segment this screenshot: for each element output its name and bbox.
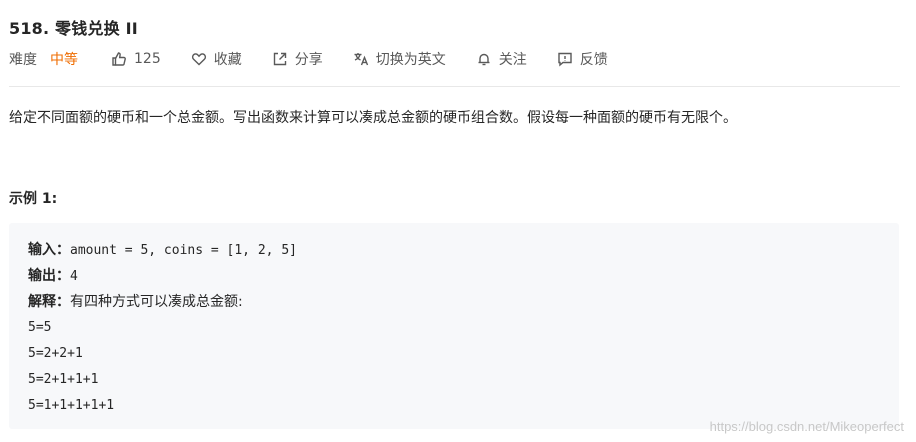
collect-button[interactable]: 收藏 <box>191 49 242 69</box>
output-value: 4 <box>70 269 78 284</box>
share-label: 分享 <box>294 52 323 68</box>
difficulty: 难度 中等 <box>9 49 78 69</box>
explain-label: 解释： <box>28 294 70 310</box>
bell-icon <box>476 51 492 67</box>
like-count: 125 <box>134 51 161 67</box>
example-line: 5=2+1+1+1 <box>28 372 99 387</box>
example-input-line: 输入：amount = 5, coins = [1, 2, 5] <box>28 237 880 263</box>
feedback-icon <box>557 51 573 67</box>
feedback-button[interactable]: 反馈 <box>557 49 608 69</box>
follow-label: 关注 <box>498 52 527 68</box>
input-value: amount = 5, coins = [1, 2, 5] <box>70 243 297 258</box>
heart-icon <box>191 51 207 67</box>
example-line: 5=1+1+1+1+1 <box>28 398 115 413</box>
explain-value: 有四种方式可以凑成总金额: <box>70 294 243 310</box>
watermark: https://blog.csdn.net/Mikeoperfect <box>709 419 904 434</box>
like-button[interactable]: 125 <box>111 51 161 67</box>
problem-meta-bar: 难度 中等 125 收藏 分享 切换为英文 关注 反馈 <box>9 48 638 70</box>
feedback-label: 反馈 <box>579 52 608 68</box>
difficulty-label: 难度 <box>9 52 37 68</box>
translate-icon <box>353 51 369 67</box>
collect-label: 收藏 <box>213 52 242 68</box>
problem-description: 给定不同面额的硬币和一个总金额。写出函数来计算可以凑成总金额的硬币组合数。假设每… <box>9 110 737 126</box>
example-output-line: 输出：4 <box>28 263 880 289</box>
example-title: 示例 1: <box>9 191 58 207</box>
example-code-block: 输入：amount = 5, coins = [1, 2, 5] 输出：4 解释… <box>9 223 899 429</box>
translate-label: 切换为英文 <box>375 52 446 68</box>
example-explain-line: 解释：有四种方式可以凑成总金额: <box>28 289 880 315</box>
problem-page: 518. 零钱兑换 II 难度 中等 125 收藏 分享 切换为英文 关注 反馈… <box>0 0 916 442</box>
problem-title: 518. 零钱兑换 II <box>9 19 138 38</box>
thumbs-up-icon <box>111 51 127 67</box>
output-label: 输出： <box>28 268 70 284</box>
example-line: 5=2+2+1 <box>28 346 83 361</box>
divider <box>9 86 900 87</box>
difficulty-value: 中等 <box>50 52 78 68</box>
example-line: 5=5 <box>28 320 52 335</box>
translate-button[interactable]: 切换为英文 <box>353 49 446 69</box>
share-icon <box>272 51 288 67</box>
share-button[interactable]: 分享 <box>272 49 323 69</box>
input-label: 输入： <box>28 242 70 258</box>
follow-button[interactable]: 关注 <box>476 49 527 69</box>
